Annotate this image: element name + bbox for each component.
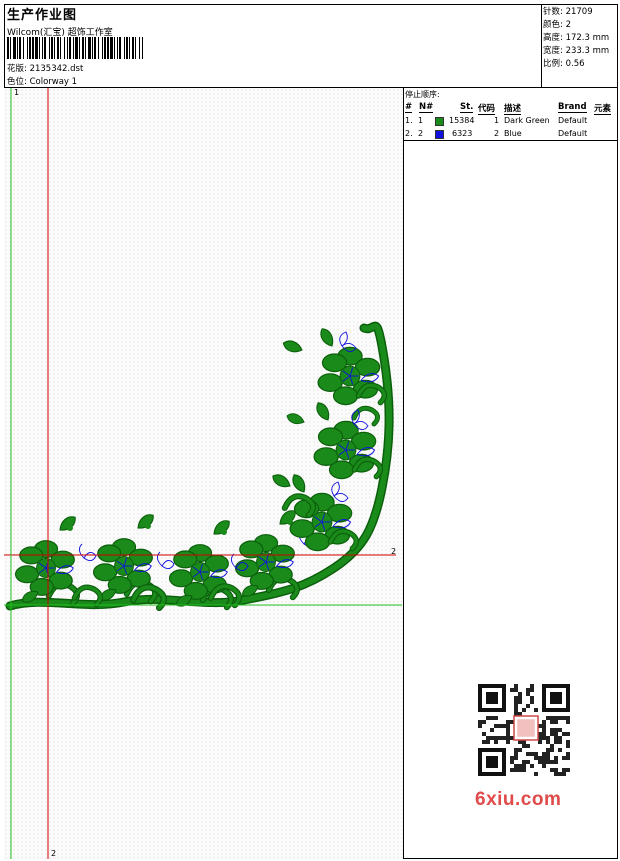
stat-stitches: 针数: 21709 <box>543 7 593 17</box>
marker-top: 1 <box>14 88 19 97</box>
colorway-line: 色位: Colorway 1 <box>7 75 77 87</box>
page-title: 生产作业图 <box>7 8 78 23</box>
stat-colors: 颜色: 2 <box>543 20 571 30</box>
marker-bottom: 2 <box>51 849 56 858</box>
col-n: N# <box>419 102 434 113</box>
design-file-line: 花版: 2135342.dst <box>7 62 83 74</box>
qr-code-graphic <box>468 680 586 780</box>
col-description: 描述 <box>504 104 522 115</box>
stat-width: 宽度: 233.3 mm <box>543 46 610 56</box>
marker-right: 2 <box>391 547 396 556</box>
table-row[interactable]: 1. 1 15384 1 Dark Green Default <box>404 116 618 128</box>
stat-scale: 比例: 0.56 <box>543 59 585 69</box>
barcode <box>7 37 143 59</box>
watermark-brand: 6xiu.com <box>475 789 562 810</box>
color-swatch <box>435 117 444 126</box>
col-brand: Brand <box>558 102 587 113</box>
col-code: 代码 <box>478 104 496 115</box>
qr-code <box>468 680 586 780</box>
embroidery-motif <box>5 321 394 612</box>
design-label: 花版: <box>7 64 27 74</box>
design-stats: 针数: 21709 颜色: 2 高度: 172.3 mm 宽度: 233.3 m… <box>542 4 618 88</box>
col-stitches: St. <box>460 102 474 113</box>
design-file-name: 2135342.dst <box>29 64 84 74</box>
color-swatch <box>435 130 444 139</box>
colorway-label: 色位: <box>7 77 27 87</box>
design-canvas[interactable]: 1 2 2 <box>4 88 404 859</box>
col-hash: # <box>405 102 413 113</box>
stat-height: 高度: 172.3 mm <box>543 33 610 43</box>
color-table-header: # N# St. 代码 描述 Brand 元素 <box>404 102 618 115</box>
embroidery-preview: 1 2 2 <box>4 88 402 859</box>
header-info: 生产作业图 Wilcom(汇宝) 超饰工作室 花版: 2135342.dst 色… <box>4 4 542 88</box>
stop-sequence-heading: 停止顺序: <box>405 90 440 99</box>
panel-divider <box>404 140 618 141</box>
col-element: 元素 <box>594 104 612 115</box>
colorway-value: Colorway 1 <box>29 77 78 87</box>
